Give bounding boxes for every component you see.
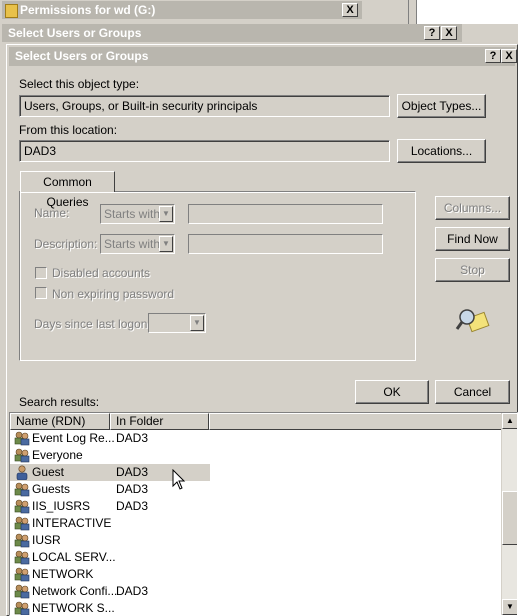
chevron-down-icon: ▼	[159, 236, 173, 252]
list-item[interactable]: LOCAL SERV...	[10, 549, 210, 566]
search-results-label: Search results:	[19, 395, 100, 409]
list-item[interactable]: Everyone	[10, 447, 210, 464]
list-item-name: NETWORK S...	[32, 601, 115, 615]
list-item-name: NETWORK	[32, 567, 94, 581]
list-item-name: IIS_IUSRS	[32, 499, 91, 513]
location-field: DAD3	[19, 140, 390, 162]
list-item[interactable]: IIS_IUSRS DAD3	[10, 498, 210, 515]
list-item-folder: DAD3	[116, 499, 149, 513]
column-header-folder[interactable]: In Folder	[110, 413, 209, 430]
columns-button[interactable]: Columns...	[435, 196, 510, 220]
location-label: From this location:	[19, 123, 118, 137]
select-users-back-title: Select Users or Groups	[8, 26, 142, 40]
group-icon	[14, 584, 30, 599]
close-button[interactable]: X	[501, 49, 517, 63]
days-since-logon-select[interactable]: ▼	[148, 313, 206, 333]
help-button[interactable]: ?	[485, 49, 501, 63]
object-types-button[interactable]: Object Types...	[397, 94, 486, 118]
name-mode-select[interactable]: Starts with ▼	[100, 204, 175, 224]
background-window-edge	[362, 0, 518, 24]
description-label: Description:	[34, 237, 98, 251]
user-icon	[14, 465, 30, 481]
group-icon	[14, 499, 30, 514]
scroll-thumb[interactable]	[502, 491, 517, 545]
mouse-cursor-icon	[172, 468, 186, 491]
disabled-accounts-label: Disabled accounts	[52, 266, 151, 280]
days-since-logon-label: Days since last logon:	[34, 317, 151, 331]
group-icon	[14, 482, 30, 497]
name-label: Name:	[34, 206, 70, 220]
object-type-field: Users, Groups, or Built-in security prin…	[19, 95, 390, 117]
description-mode-value: Starts with	[104, 237, 161, 251]
locations-button[interactable]: Locations...	[397, 139, 486, 163]
object-type-label: Select this object type:	[19, 77, 140, 91]
dialog-titlebar: Select Users or Groups	[9, 47, 515, 66]
vertical-scrollbar[interactable]: ▲ ▼	[501, 413, 517, 615]
group-icon	[14, 601, 30, 615]
description-input[interactable]	[188, 234, 383, 254]
list-item-name: Guests	[32, 482, 71, 496]
list-item[interactable]: NETWORK	[10, 566, 210, 583]
list-item[interactable]: IUSR	[10, 532, 210, 549]
search-results-list[interactable]: Name (RDN) In Folder Event Log Re... DAD3…	[9, 412, 518, 616]
group-icon	[14, 431, 30, 446]
list-item-folder: DAD3	[116, 431, 149, 445]
list-item-folder: DAD3	[116, 465, 149, 479]
list-item-name: Network Confi...	[32, 584, 118, 598]
permissions-title: Permissions for wd (G:)	[20, 3, 156, 17]
disabled-accounts-checkbox[interactable]	[35, 267, 47, 279]
folder-icon	[5, 4, 18, 18]
non-expiring-label: Non expiring password	[52, 287, 175, 301]
non-expiring-checkbox[interactable]	[35, 287, 47, 299]
list-item-name: Everyone	[32, 448, 83, 462]
back-close-button[interactable]: X	[441, 26, 457, 40]
scroll-up-button[interactable]: ▲	[502, 413, 517, 429]
ok-button[interactable]: OK	[355, 380, 429, 404]
list-item[interactable]: Network Confi... DAD3	[10, 583, 210, 600]
chevron-down-icon: ▼	[159, 206, 173, 222]
name-input[interactable]	[188, 204, 383, 224]
list-item-name: INTERACTIVE	[32, 516, 112, 530]
permissions-titlebar: Permissions for wd (G:)	[2, 1, 362, 19]
column-header-name[interactable]: Name (RDN)	[10, 413, 110, 430]
cancel-button[interactable]: Cancel	[435, 380, 510, 404]
group-icon	[14, 516, 30, 531]
group-icon	[14, 533, 30, 548]
list-item-folder: DAD3	[116, 482, 149, 496]
description-mode-select[interactable]: Starts with ▼	[100, 234, 175, 254]
permissions-window: Permissions for wd (G:) X	[0, 0, 362, 22]
tab-common-queries[interactable]: Common Queries	[20, 171, 115, 209]
group-icon	[14, 567, 30, 582]
name-mode-value: Starts with	[104, 207, 161, 221]
column-header-filler	[209, 413, 502, 430]
stop-button[interactable]: Stop	[435, 258, 510, 282]
list-item-name: Event Log Re...	[32, 431, 115, 445]
permissions-close-button[interactable]: X	[342, 3, 358, 17]
list-item-name: IUSR	[32, 533, 61, 547]
back-help-button[interactable]: ?	[424, 26, 440, 40]
group-icon	[14, 550, 30, 565]
list-item[interactable]: Event Log Re... DAD3	[10, 430, 210, 447]
background-window-edge-2	[462, 24, 518, 44]
list-item-name: LOCAL SERV...	[32, 550, 116, 564]
list-item-name: Guest	[32, 465, 65, 479]
scroll-down-button[interactable]: ▼	[502, 599, 517, 615]
group-icon	[14, 448, 30, 463]
dialog-title: Select Users or Groups	[15, 49, 149, 63]
select-users-back-titlebar: Select Users or Groups	[2, 24, 462, 42]
chevron-down-icon: ▼	[190, 315, 204, 331]
search-icon	[455, 307, 491, 333]
list-item[interactable]: NETWORK S...	[10, 600, 210, 615]
select-users-back-window: Select Users or Groups ? X	[0, 24, 462, 44]
list-item[interactable]: INTERACTIVE	[10, 515, 210, 532]
find-now-button[interactable]: Find Now	[435, 227, 510, 251]
list-item-folder: DAD3	[116, 584, 149, 598]
